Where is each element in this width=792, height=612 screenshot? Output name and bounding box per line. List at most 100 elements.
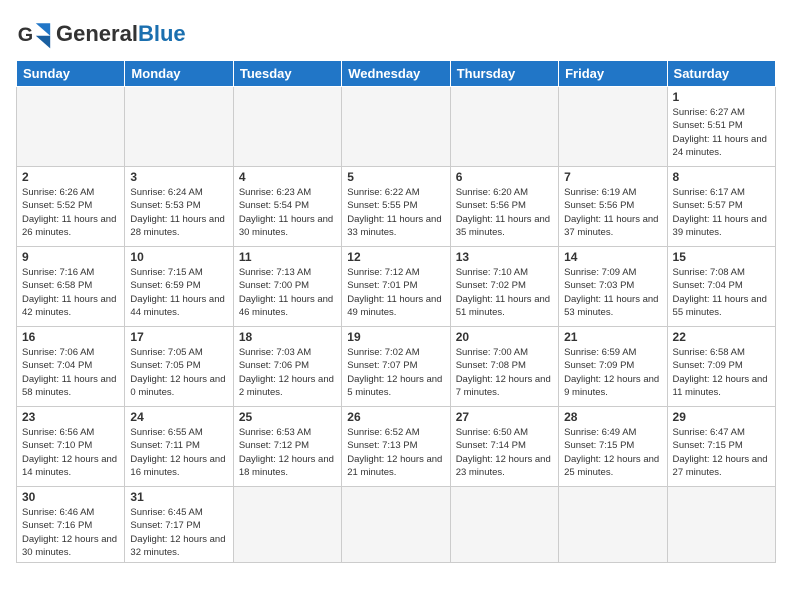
- day-info: Sunrise: 6:47 AM Sunset: 7:15 PM Dayligh…: [673, 426, 770, 479]
- day-number: 31: [130, 490, 227, 504]
- day-info: Sunrise: 6:23 AM Sunset: 5:54 PM Dayligh…: [239, 186, 336, 239]
- calendar-cell: 16Sunrise: 7:06 AM Sunset: 7:04 PM Dayli…: [17, 327, 125, 407]
- calendar-cell: 9 Sunrise: 7:16 AM Sunset: 6:58 PM Daylig…: [17, 247, 125, 327]
- logo: G GeneralBlue: [16, 16, 186, 52]
- calendar-cell: 18Sunrise: 7:03 AM Sunset: 7:06 PM Dayli…: [233, 327, 341, 407]
- day-number: 20: [456, 330, 553, 344]
- day-info: Sunrise: 6:27 AM Sunset: 5:51 PM Dayligh…: [673, 106, 770, 159]
- calendar-cell: 4Sunrise: 6:23 AM Sunset: 5:54 PM Daylig…: [233, 167, 341, 247]
- calendar-cell: 25 Sunrise: 6:53 AM Sunset: 7:12 PM Dayli…: [233, 407, 341, 487]
- calendar-week-1: 1Sunrise: 6:27 AM Sunset: 5:51 PM Daylig…: [17, 87, 776, 167]
- day-number: 18: [239, 330, 336, 344]
- day-info: Sunrise: 7:13 AM Sunset: 7:00 PM Dayligh…: [239, 266, 336, 319]
- day-number: 3: [130, 170, 227, 184]
- calendar-cell: 29 Sunrise: 6:47 AM Sunset: 7:15 PM Dayli…: [667, 407, 775, 487]
- day-number: 15: [673, 250, 770, 264]
- calendar-week-4: 16Sunrise: 7:06 AM Sunset: 7:04 PM Dayli…: [17, 327, 776, 407]
- day-info: Sunrise: 6:59 AM Sunset: 7:09 PM Dayligh…: [564, 346, 661, 399]
- col-header-tuesday: Tuesday: [233, 61, 341, 87]
- calendar-cell: 2Sunrise: 6:26 AM Sunset: 5:52 PM Daylig…: [17, 167, 125, 247]
- calendar-cell: 24Sunrise: 6:55 AM Sunset: 7:11 PM Dayli…: [125, 407, 233, 487]
- col-header-wednesday: Wednesday: [342, 61, 450, 87]
- day-info: Sunrise: 7:05 AM Sunset: 7:05 PM Dayligh…: [130, 346, 227, 399]
- page-header: G GeneralBlue: [16, 16, 776, 52]
- day-number: 9: [22, 250, 119, 264]
- calendar-cell: 19 Sunrise: 7:02 AM Sunset: 7:07 PM Dayli…: [342, 327, 450, 407]
- calendar-cell: [233, 87, 341, 167]
- day-number: 22: [673, 330, 770, 344]
- day-number: 21: [564, 330, 661, 344]
- day-info: Sunrise: 6:22 AM Sunset: 5:55 PM Dayligh…: [347, 186, 444, 239]
- day-number: 28: [564, 410, 661, 424]
- day-number: 19: [347, 330, 444, 344]
- calendar-cell: [125, 87, 233, 167]
- col-header-thursday: Thursday: [450, 61, 558, 87]
- day-info: Sunrise: 6:52 AM Sunset: 7:13 PM Dayligh…: [347, 426, 444, 479]
- calendar-cell: 27Sunrise: 6:50 AM Sunset: 7:14 PM Dayli…: [450, 407, 558, 487]
- calendar-cell: [450, 487, 558, 563]
- calendar-cell: 11Sunrise: 7:13 AM Sunset: 7:00 PM Dayli…: [233, 247, 341, 327]
- calendar-cell: [233, 487, 341, 563]
- day-number: 13: [456, 250, 553, 264]
- day-info: Sunrise: 6:53 AM Sunset: 7:12 PM Dayligh…: [239, 426, 336, 479]
- calendar-cell: 14Sunrise: 7:09 AM Sunset: 7:03 PM Dayli…: [559, 247, 667, 327]
- calendar-cell: 26 Sunrise: 6:52 AM Sunset: 7:13 PM Dayli…: [342, 407, 450, 487]
- day-number: 23: [22, 410, 119, 424]
- calendar-cell: 17Sunrise: 7:05 AM Sunset: 7:05 PM Dayli…: [125, 327, 233, 407]
- calendar-cell: [559, 87, 667, 167]
- calendar-cell: 20Sunrise: 7:00 AM Sunset: 7:08 PM Dayli…: [450, 327, 558, 407]
- col-header-sunday: Sunday: [17, 61, 125, 87]
- day-number: 27: [456, 410, 553, 424]
- calendar-cell: 22Sunrise: 6:58 AM Sunset: 7:09 PM Dayli…: [667, 327, 775, 407]
- calendar-table: SundayMondayTuesdayWednesdayThursdayFrid…: [16, 60, 776, 563]
- day-number: 16: [22, 330, 119, 344]
- day-number: 7: [564, 170, 661, 184]
- day-number: 5: [347, 170, 444, 184]
- calendar-cell: 6Sunrise: 6:20 AM Sunset: 5:56 PM Daylig…: [450, 167, 558, 247]
- day-number: 30: [22, 490, 119, 504]
- calendar-cell: 31 Sunrise: 6:45 AM Sunset: 7:17 PM Dayli…: [125, 487, 233, 563]
- day-number: 26: [347, 410, 444, 424]
- day-number: 25: [239, 410, 336, 424]
- day-info: Sunrise: 7:08 AM Sunset: 7:04 PM Dayligh…: [673, 266, 770, 319]
- day-info: Sunrise: 6:49 AM Sunset: 7:15 PM Dayligh…: [564, 426, 661, 479]
- day-info: Sunrise: 6:19 AM Sunset: 5:56 PM Dayligh…: [564, 186, 661, 239]
- calendar-cell: [17, 87, 125, 167]
- calendar-week-2: 2Sunrise: 6:26 AM Sunset: 5:52 PM Daylig…: [17, 167, 776, 247]
- day-info: Sunrise: 6:20 AM Sunset: 5:56 PM Dayligh…: [456, 186, 553, 239]
- calendar-cell: [667, 487, 775, 563]
- day-info: Sunrise: 6:46 AM Sunset: 7:16 PM Dayligh…: [22, 506, 119, 559]
- calendar-cell: 21 Sunrise: 6:59 AM Sunset: 7:09 PM Dayli…: [559, 327, 667, 407]
- calendar-cell: 5 Sunrise: 6:22 AM Sunset: 5:55 PM Daylig…: [342, 167, 450, 247]
- calendar-cell: [342, 87, 450, 167]
- day-number: 12: [347, 250, 444, 264]
- col-header-saturday: Saturday: [667, 61, 775, 87]
- day-info: Sunrise: 6:56 AM Sunset: 7:10 PM Dayligh…: [22, 426, 119, 479]
- col-header-monday: Monday: [125, 61, 233, 87]
- day-number: 29: [673, 410, 770, 424]
- day-info: Sunrise: 7:02 AM Sunset: 7:07 PM Dayligh…: [347, 346, 444, 399]
- day-number: 8: [673, 170, 770, 184]
- calendar-week-6: 30 Sunrise: 6:46 AM Sunset: 7:16 PM Dayli…: [17, 487, 776, 563]
- calendar-cell: 15 Sunrise: 7:08 AM Sunset: 7:04 PM Dayli…: [667, 247, 775, 327]
- calendar-week-5: 23 Sunrise: 6:56 AM Sunset: 7:10 PM Dayli…: [17, 407, 776, 487]
- calendar-cell: 3Sunrise: 6:24 AM Sunset: 5:53 PM Daylig…: [125, 167, 233, 247]
- calendar-cell: 1Sunrise: 6:27 AM Sunset: 5:51 PM Daylig…: [667, 87, 775, 167]
- svg-text:G: G: [18, 24, 33, 46]
- logo-icon: G: [16, 16, 52, 52]
- calendar-header-row: SundayMondayTuesdayWednesdayThursdayFrid…: [17, 61, 776, 87]
- col-header-friday: Friday: [559, 61, 667, 87]
- day-number: 24: [130, 410, 227, 424]
- calendar-cell: 7 Sunrise: 6:19 AM Sunset: 5:56 PM Daylig…: [559, 167, 667, 247]
- calendar-cell: 28 Sunrise: 6:49 AM Sunset: 7:15 PM Dayli…: [559, 407, 667, 487]
- day-number: 14: [564, 250, 661, 264]
- calendar-cell: 12Sunrise: 7:12 AM Sunset: 7:01 PM Dayli…: [342, 247, 450, 327]
- day-info: Sunrise: 7:16 AM Sunset: 6:58 PM Dayligh…: [22, 266, 119, 319]
- calendar-cell: [450, 87, 558, 167]
- day-info: Sunrise: 6:45 AM Sunset: 7:17 PM Dayligh…: [130, 506, 227, 559]
- day-number: 2: [22, 170, 119, 184]
- calendar-cell: 10 Sunrise: 7:15 AM Sunset: 6:59 PM Dayli…: [125, 247, 233, 327]
- day-number: 10: [130, 250, 227, 264]
- day-info: Sunrise: 7:15 AM Sunset: 6:59 PM Dayligh…: [130, 266, 227, 319]
- calendar-cell: [342, 487, 450, 563]
